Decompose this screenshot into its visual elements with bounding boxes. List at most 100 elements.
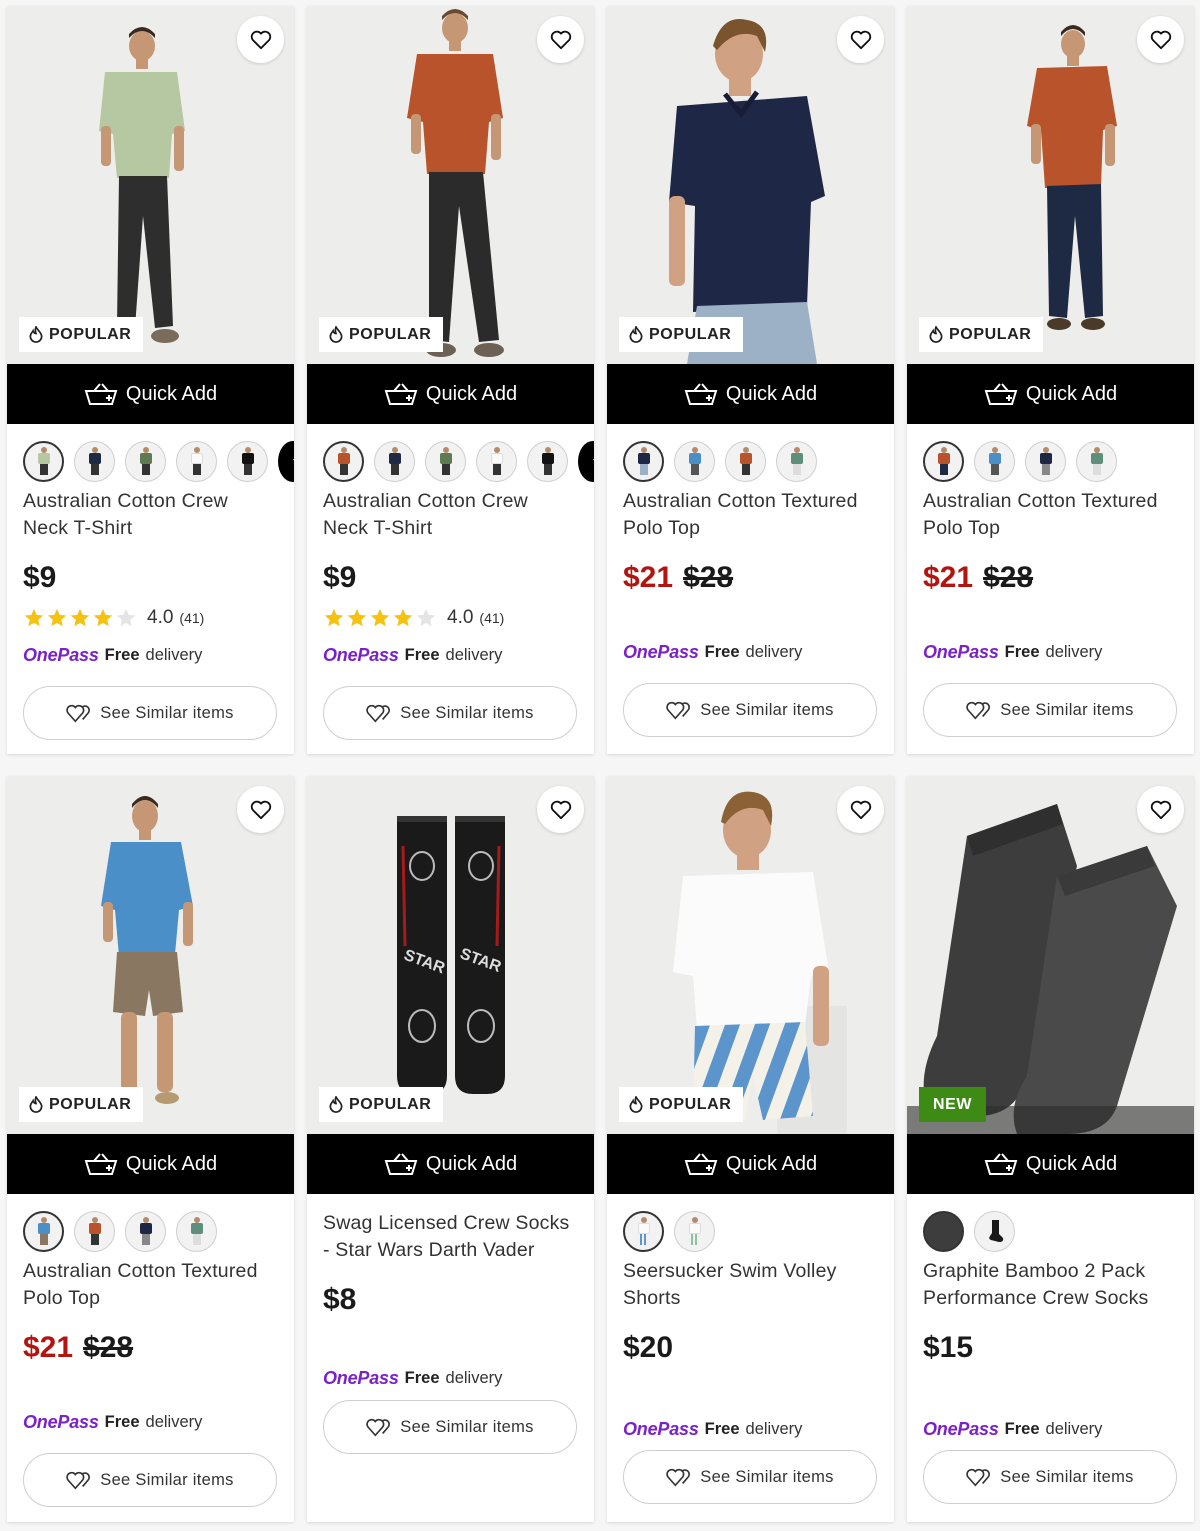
favorite-heart-button[interactable] — [537, 786, 584, 833]
see-similar-button[interactable]: See Similar items — [23, 1453, 277, 1507]
quick-add-button[interactable]: Quick Add — [607, 1134, 894, 1194]
star-empty-icon — [416, 608, 436, 627]
popular-badge: POPULAR — [619, 1087, 744, 1122]
swatch-blue[interactable] — [23, 1210, 64, 1252]
quick-add-label: Quick Add — [1025, 382, 1118, 405]
swatch-black[interactable] — [527, 440, 568, 482]
swatch-rust[interactable] — [725, 440, 766, 482]
heart-icon — [1150, 30, 1171, 49]
product-image[interactable]: POPULAR — [307, 6, 594, 364]
favorite-heart-button[interactable] — [237, 786, 284, 833]
star-filled-icon — [393, 608, 413, 627]
product-rating[interactable]: 4.0 (41) — [323, 606, 578, 630]
quick-add-label: Quick Add — [425, 1152, 518, 1175]
see-similar-button[interactable]: See Similar items — [623, 683, 877, 737]
swatch-charcoal[interactable] — [923, 1210, 964, 1252]
product-image[interactable]: POPULAR — [7, 6, 294, 364]
swatch-green[interactable] — [1076, 440, 1117, 482]
see-similar-label: See Similar items — [700, 1467, 834, 1486]
see-similar-button[interactable]: See Similar items — [923, 683, 1177, 737]
quick-add-button[interactable]: Quick Add — [907, 1134, 1194, 1194]
quick-add-button[interactable]: Quick Add — [7, 1134, 294, 1194]
favorite-heart-button[interactable] — [237, 16, 284, 63]
product-card[interactable]: POPULAR Quick Add + Australian Cotton Cr… — [7, 6, 294, 754]
swatch-olive[interactable] — [425, 440, 466, 482]
delivery-label: delivery — [1045, 642, 1103, 661]
swatch-blue[interactable] — [974, 440, 1015, 482]
swatch-navy[interactable] — [1025, 440, 1066, 482]
swatch-black[interactable] — [974, 1210, 1015, 1252]
see-similar-button[interactable]: See Similar items — [323, 686, 577, 740]
swatch-blue[interactable] — [674, 440, 715, 482]
see-similar-button[interactable]: See Similar items — [923, 1450, 1177, 1504]
swatch-green[interactable] — [776, 440, 817, 482]
swatch-white[interactable] — [476, 440, 517, 482]
color-swatches — [23, 1210, 278, 1252]
product-title[interactable]: Australian Cotton Crew Neck T-Shirt — [323, 488, 578, 542]
swatch-green[interactable] — [176, 1210, 217, 1252]
basket-icon — [984, 1153, 1018, 1175]
swatch-rust[interactable] — [74, 1210, 115, 1252]
swatch-navy[interactable] — [374, 440, 415, 482]
product-title[interactable]: Australian Cotton Textured Polo Top — [923, 488, 1178, 542]
product-title[interactable]: Australian Cotton Textured Polo Top — [23, 1258, 278, 1312]
product-image[interactable]: POPULAR — [607, 776, 894, 1134]
heart-icon — [250, 30, 271, 49]
swatch-olive[interactable] — [125, 440, 166, 482]
delivery-free-label: Free — [704, 642, 740, 661]
favorite-heart-button[interactable] — [837, 16, 884, 63]
swatch-black[interactable] — [227, 440, 268, 482]
product-card[interactable]: STAR STAR POPULAR Quick Add Swag License… — [307, 776, 594, 1522]
popular-badge: POPULAR — [919, 317, 1044, 352]
product-title[interactable]: Australian Cotton Crew Neck T-Shirt — [23, 488, 278, 542]
favorite-heart-button[interactable] — [837, 786, 884, 833]
quick-add-button[interactable]: Quick Add — [307, 1134, 594, 1194]
product-image[interactable]: POPULAR — [7, 776, 294, 1134]
quick-add-button[interactable]: Quick Add — [607, 364, 894, 424]
swatch-navy[interactable] — [623, 440, 664, 482]
swatch-rust[interactable] — [923, 440, 964, 482]
quick-add-button[interactable]: Quick Add — [307, 364, 594, 424]
product-title[interactable]: Australian Cotton Textured Polo Top — [623, 488, 878, 542]
more-swatches-button[interactable]: + — [278, 440, 294, 482]
see-similar-button[interactable]: See Similar items — [323, 1400, 577, 1454]
swatch-white[interactable] — [176, 440, 217, 482]
basket-icon — [84, 1153, 118, 1175]
product-card[interactable]: POPULAR Quick Add Australian Cotton Text… — [607, 6, 894, 754]
product-rating[interactable]: 4.0 (41) — [23, 606, 278, 630]
delivery-label: delivery — [445, 645, 503, 664]
onepass-logo: OnePass — [623, 641, 699, 662]
quick-add-button[interactable]: Quick Add — [7, 364, 294, 424]
product-title[interactable]: Graphite Bamboo 2 Pack Performance Crew … — [923, 1258, 1178, 1312]
favorite-heart-button[interactable] — [537, 16, 584, 63]
color-swatches: + — [323, 440, 594, 482]
product-image[interactable]: STAR STAR POPULAR — [307, 776, 594, 1134]
quick-add-label: Quick Add — [725, 1152, 818, 1175]
quick-add-button[interactable]: Quick Add — [907, 364, 1194, 424]
favorite-heart-button[interactable] — [1137, 786, 1184, 833]
heart-icon — [550, 30, 571, 49]
product-title[interactable]: Seersucker Swim Volley Shorts — [623, 1258, 878, 1312]
swatch-sage[interactable] — [23, 440, 64, 482]
swatch-navy[interactable] — [125, 1210, 166, 1252]
product-title[interactable]: Swag Licensed Crew Socks - Star Wars Dar… — [323, 1210, 578, 1264]
product-image[interactable]: POPULAR — [907, 6, 1194, 364]
product-image[interactable]: NEW — [907, 776, 1194, 1134]
swatch-green-stripe[interactable] — [674, 1210, 715, 1252]
favorite-heart-button[interactable] — [1137, 16, 1184, 63]
swatch-blue-stripe[interactable] — [623, 1210, 664, 1252]
sale-price: $21 — [23, 1331, 74, 1364]
see-similar-button[interactable]: See Similar items — [23, 686, 277, 740]
swatch-navy[interactable] — [74, 440, 115, 482]
flame-icon — [29, 1096, 43, 1113]
product-card[interactable]: POPULAR Quick Add Australian Cotton Text… — [7, 776, 294, 1522]
product-card[interactable]: POPULAR Quick Add Seersucker Swim Volley… — [607, 776, 894, 1522]
see-similar-button[interactable]: See Similar items — [623, 1450, 877, 1504]
more-swatches-button[interactable]: + — [578, 440, 594, 482]
original-price: $28 — [83, 1331, 134, 1364]
product-card[interactable]: POPULAR Quick Add Australian Cotton Text… — [907, 6, 1194, 754]
product-image[interactable]: POPULAR — [607, 6, 894, 364]
product-card[interactable]: POPULAR Quick Add + Australian Cotton Cr… — [307, 6, 594, 754]
swatch-rust[interactable] — [323, 440, 364, 482]
product-card[interactable]: NEW Quick Add Graphite Bamboo 2 Pack Per… — [907, 776, 1194, 1522]
